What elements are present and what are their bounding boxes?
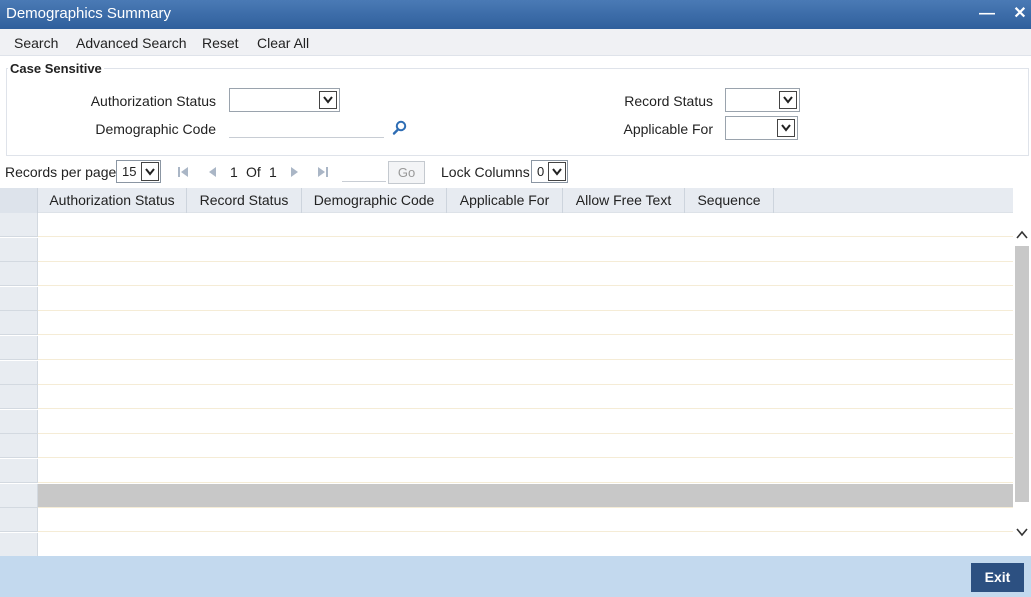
column-header-demographic-code[interactable]: Demographic Code [302,188,447,213]
row-selector[interactable] [0,508,38,533]
table-row[interactable] [0,237,1013,262]
row-selector[interactable] [0,434,38,459]
demographic-code-input[interactable] [229,116,384,138]
row-selector[interactable] [0,311,38,336]
row-selector[interactable] [0,385,38,410]
chevron-down-icon [779,91,797,109]
table-row[interactable] [0,336,1013,360]
applicable-for-select[interactable] [725,116,798,140]
first-page-icon[interactable] [176,165,190,179]
scroll-down-icon[interactable] [1015,525,1029,539]
case-sensitive-label: Case Sensitive [8,61,104,76]
record-status-select[interactable] [725,88,800,112]
row-selector[interactable] [0,286,38,311]
exit-button[interactable]: Exit [971,563,1024,592]
table-row[interactable] [0,311,1013,336]
row-selector[interactable] [0,213,38,237]
lock-columns-value: 0 [537,164,545,179]
chevron-down-icon [777,119,795,137]
next-page-icon[interactable] [288,165,302,179]
reset-menu-item[interactable]: Reset [202,35,239,51]
row-selector[interactable] [0,532,38,557]
title-bar: Demographics Summary — ✕ [0,0,1031,29]
column-header-authorization-status[interactable]: Authorization Status [38,188,187,213]
column-header-applicable-for[interactable]: Applicable For [447,188,563,213]
advanced-search-menu-item[interactable]: Advanced Search [76,35,187,51]
authorization-status-select[interactable] [229,88,340,112]
table-row[interactable] [0,459,1013,483]
table-row[interactable] [0,360,1013,385]
table-row[interactable] [0,409,1013,434]
current-page: 1 [230,164,238,180]
table-row[interactable] [0,532,1013,557]
minimize-icon[interactable]: — [978,4,996,24]
select-all-header-cell[interactable] [0,188,38,213]
table-row[interactable] [0,213,1013,237]
table-row[interactable] [0,286,1013,311]
row-selector[interactable] [0,336,38,360]
scrollbar-thumb[interactable] [1015,246,1029,502]
row-selector[interactable] [0,360,38,385]
search-menu-item[interactable]: Search [14,35,58,51]
row-selector[interactable] [0,237,38,262]
table-row[interactable] [0,385,1013,410]
grid-header: Authorization Status Record Status Demog… [0,188,1013,213]
of-label: Of [246,164,261,180]
pagination-bar: Records per page 15 1 Of 1 Lock Columns … [0,156,1031,188]
authorization-status-label: Authorization Status [90,93,216,109]
row-selector[interactable] [0,483,38,508]
table-row[interactable] [0,434,1013,459]
search-icon[interactable] [392,120,408,136]
go-to-page-input[interactable] [342,162,386,182]
grid-vertical-scrollbar[interactable] [1013,212,1031,556]
close-icon[interactable]: ✕ [1011,4,1029,24]
chevron-down-icon [319,91,337,109]
previous-page-icon[interactable] [205,165,219,179]
demographic-code-label: Demographic Code [95,121,216,137]
chevron-down-icon [141,162,159,181]
column-header-sequence[interactable]: Sequence [685,188,774,213]
records-per-page-value: 15 [122,164,137,179]
row-selector[interactable] [0,409,38,434]
records-per-page-label: Records per page [5,164,117,180]
total-pages: 1 [269,164,277,180]
go-button[interactable]: Go [388,161,425,184]
records-per-page-select[interactable]: 15 [116,160,161,183]
record-status-label: Record Status [624,93,713,109]
table-row[interactable] [0,483,1013,508]
row-selector[interactable] [0,459,38,483]
applicable-for-label: Applicable For [623,121,714,137]
column-header-record-status[interactable]: Record Status [187,188,302,213]
chevron-down-icon [548,162,566,181]
results-grid: Authorization Status Record Status Demog… [0,188,1013,557]
last-page-icon[interactable] [316,165,330,179]
table-row[interactable] [0,262,1013,287]
window-title: Demographics Summary [6,5,172,22]
column-header-allow-free-text[interactable]: Allow Free Text [563,188,685,213]
table-row[interactable] [0,508,1013,533]
menu-bar: Search Advanced Search Reset Clear All [0,29,1031,56]
clear-all-menu-item[interactable]: Clear All [257,35,309,51]
lock-columns-select[interactable]: 0 [531,160,568,183]
scroll-up-icon[interactable] [1015,228,1029,242]
lock-columns-label: Lock Columns [441,164,530,180]
search-criteria-panel [6,68,1029,156]
row-selector[interactable] [0,262,38,287]
footer-bar [0,556,1031,597]
